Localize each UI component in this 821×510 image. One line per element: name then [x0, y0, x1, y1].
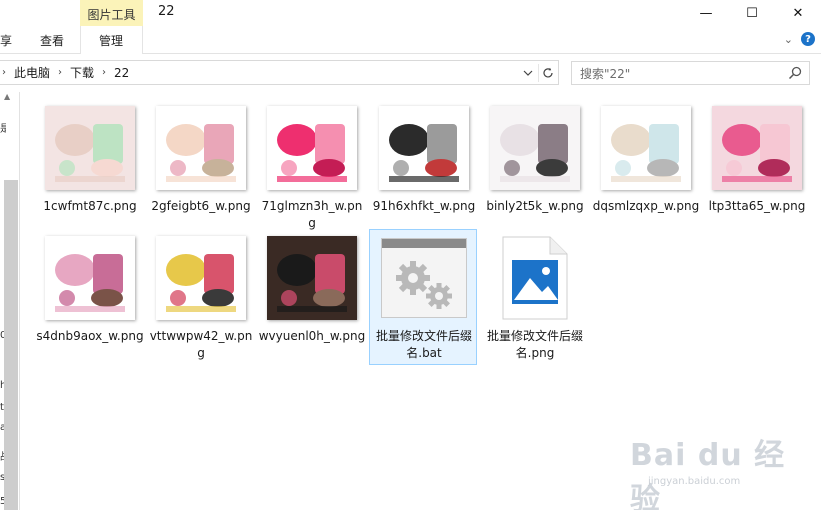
search-icon[interactable]: [787, 65, 803, 81]
breadcrumb-downloads[interactable]: 下载: [70, 64, 94, 81]
address-row: › 此电脑 › 下载 › 22 搜索"22": [0, 60, 821, 86]
image-file-icon: [502, 236, 568, 320]
search-placeholder: 搜索"22": [580, 66, 631, 81]
breadcrumb-current-folder[interactable]: 22: [114, 66, 129, 80]
file-item[interactable]: binly2t5k_w.png: [481, 100, 589, 234]
tab-share[interactable]: 享: [0, 32, 12, 49]
baidu-jingyan-watermark: Bai du 经验 jingyan.baidu.com: [630, 420, 810, 510]
file-item[interactable]: 批量修改文件后缀名.bat: [369, 229, 477, 365]
file-thumbnail: [36, 230, 144, 326]
photo-thumbnail: [267, 106, 357, 190]
tab-manage[interactable]: 管理: [99, 32, 123, 49]
help-icon[interactable]: ?: [801, 32, 815, 46]
breadcrumb-separator-icon[interactable]: ›: [2, 67, 6, 78]
close-button[interactable]: ✕: [775, 0, 821, 26]
file-thumbnail: [147, 100, 255, 196]
file-item[interactable]: s4dnb9aox_w.png: [36, 230, 144, 364]
file-item[interactable]: 1cwfmt87c.png: [36, 100, 144, 234]
minimize-button[interactable]: —: [683, 0, 729, 26]
file-name: wvyuenl0h_w.png: [258, 329, 366, 343]
photo-thumbnail: [156, 106, 246, 190]
file-thumbnail: [147, 230, 255, 326]
file-thumbnail: [481, 230, 589, 326]
maximize-button[interactable]: ☐: [729, 0, 775, 26]
ribbon-tabs: 享 查看 管理 ⌄ ?: [0, 26, 821, 54]
file-explorer-window: 图片工具 22 — ☐ ✕ 享 查看 管理 ⌄ ? › 此电脑 › 下载 › 2…: [0, 0, 821, 510]
batch-file-gears-icon: [381, 238, 467, 318]
file-item[interactable]: vttwwpw42_w.png: [147, 230, 255, 364]
file-item[interactable]: 批量修改文件后缀名.png: [481, 230, 589, 364]
watermark-text: Bai du 经验: [630, 438, 786, 510]
nav-item-glyph[interactable]: 是: [0, 120, 6, 135]
title-bar: 图片工具 22 — ☐ ✕: [0, 0, 821, 28]
image-preview-icon: [267, 106, 357, 190]
file-name: 1cwfmt87c.png: [43, 199, 137, 213]
image-preview-icon: [601, 106, 691, 190]
file-item[interactable]: wvyuenl0h_w.png: [258, 230, 366, 364]
watermark-url: jingyan.baidu.com: [648, 476, 741, 487]
minimize-icon: —: [699, 5, 713, 21]
file-name: 批量修改文件后缀名.bat: [375, 329, 472, 360]
ribbon-right-controls: ⌄ ?: [784, 32, 815, 46]
address-dropdown-chevron-icon[interactable]: [520, 64, 536, 82]
close-icon: ✕: [792, 5, 804, 21]
file-name: vttwwpw42_w.png: [149, 329, 253, 360]
image-preview-icon: [267, 236, 357, 320]
file-item[interactable]: 91h6xhfkt_w.png: [370, 100, 478, 234]
photo-thumbnail: [45, 106, 135, 190]
image-preview-icon: [379, 106, 469, 190]
breadcrumb-separator-icon[interactable]: ›: [58, 67, 62, 78]
ribbon-expand-chevron-icon[interactable]: ⌄: [784, 33, 793, 46]
file-name: 批量修改文件后缀名.png: [486, 329, 583, 360]
file-thumbnail: [258, 100, 366, 196]
image-preview-icon: [156, 236, 246, 320]
image-preview-icon: [490, 106, 580, 190]
file-item[interactable]: ltp3tta65_w.png: [703, 100, 811, 234]
file-thumbnail: [481, 100, 589, 196]
file-name: 2gfeigbt6_w.png: [151, 199, 251, 213]
nav-scroll-up-icon[interactable]: ▲: [4, 92, 10, 101]
image-preview-icon: [712, 106, 802, 190]
refresh-icon[interactable]: [538, 64, 556, 82]
file-item[interactable]: 2gfeigbt6_w.png: [147, 100, 255, 234]
image-preview-icon: [45, 106, 135, 190]
breadcrumb-separator-icon[interactable]: ›: [102, 67, 106, 78]
file-thumbnail: [703, 100, 811, 196]
file-item[interactable]: dqsmlzqxp_w.png: [592, 100, 700, 234]
file-name: 91h6xhfkt_w.png: [372, 199, 476, 213]
file-name: 71glmzn3h_w.png: [261, 199, 363, 230]
maximize-icon: ☐: [746, 5, 758, 21]
search-input[interactable]: 搜索"22": [571, 61, 810, 85]
file-name: binly2t5k_w.png: [486, 199, 584, 213]
file-name: ltp3tta65_w.png: [708, 199, 806, 213]
picture-tools-context-tab[interactable]: 图片工具: [80, 0, 143, 28]
file-name: s4dnb9aox_w.png: [36, 329, 144, 343]
file-thumbnail: [370, 230, 478, 326]
image-preview-icon: [45, 236, 135, 320]
photo-thumbnail: [156, 236, 246, 320]
file-thumbnail: [36, 100, 144, 196]
breadcrumb-this-pc[interactable]: 此电脑: [14, 64, 50, 81]
photo-thumbnail: [379, 106, 469, 190]
photo-thumbnail: [45, 236, 135, 320]
file-thumbnail: [592, 100, 700, 196]
photo-thumbnail: [712, 106, 802, 190]
file-thumbnail: [258, 230, 366, 326]
photo-thumbnail: [601, 106, 691, 190]
navigation-pane[interactable]: ▲ 是 0 h t a 战 s 5: [0, 92, 20, 510]
nav-scrollbar-thumb[interactable]: [4, 180, 18, 510]
file-thumbnail: [370, 100, 478, 196]
window-title: 22: [158, 4, 175, 19]
photo-thumbnail: [267, 236, 357, 320]
file-name: dqsmlzqxp_w.png: [592, 199, 700, 213]
tab-view[interactable]: 查看: [40, 32, 64, 49]
address-bar[interactable]: › 此电脑 › 下载 › 22: [0, 60, 559, 85]
photo-thumbnail: [490, 106, 580, 190]
file-item[interactable]: 71glmzn3h_w.png: [258, 100, 366, 234]
image-preview-icon: [156, 106, 246, 190]
